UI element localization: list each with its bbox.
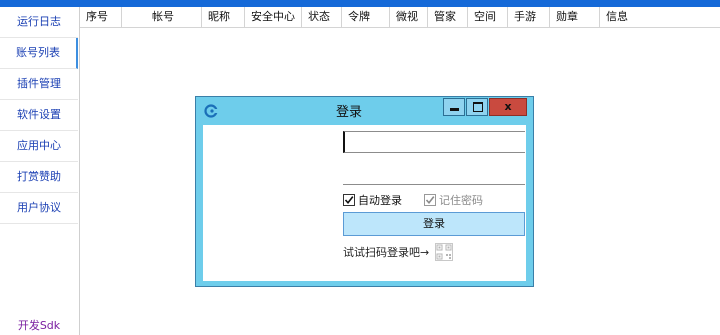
auto-login-label: 自动登录: [358, 194, 402, 207]
password-input[interactable]: [343, 163, 525, 185]
sidebar-item-app-center[interactable]: 应用中心: [0, 131, 78, 162]
column-header-index[interactable]: 序号: [80, 7, 122, 27]
sidebar: 运行日志 账号列表 插件管理 软件设置 应用中心 打赏赞助 用户协议 开发Sdk: [0, 7, 80, 335]
top-accent-bar: [0, 0, 720, 7]
column-header-account[interactable]: 帐号: [122, 7, 202, 27]
qr-login-link[interactable]: 试试扫码登录吧→: [343, 242, 454, 262]
login-button[interactable]: 登录: [343, 212, 525, 236]
column-header-medals[interactable]: 勋章: [550, 7, 600, 27]
auto-login-checkbox[interactable]: 自动登录: [343, 193, 402, 207]
sidebar-item-donate[interactable]: 打赏赞助: [0, 162, 78, 193]
maximize-icon: [473, 102, 483, 112]
sidebar-item-account-list[interactable]: 账号列表: [0, 38, 78, 69]
column-header-info[interactable]: 信息: [600, 7, 720, 27]
column-header-qzone[interactable]: 空间: [468, 7, 508, 27]
column-header-guanjia[interactable]: 管家: [428, 7, 468, 27]
maximize-button[interactable]: [466, 98, 488, 116]
app-logo-icon: [204, 104, 218, 118]
column-header-security-center[interactable]: 安全中心: [245, 7, 302, 27]
column-header-nickname[interactable]: 昵称: [202, 7, 245, 27]
login-dialog-body: 自动登录 记住密码 登录 试试扫码登录吧→: [203, 125, 526, 281]
login-dialog-title: 登录: [336, 105, 363, 120]
account-table-header: 序号 帐号 昵称 安全中心 状态 令牌 微视 管家 空间 手游 勋章 信息: [80, 7, 720, 28]
sidebar-item-run-log[interactable]: 运行日志: [0, 7, 78, 38]
column-header-status[interactable]: 状态: [302, 7, 342, 27]
account-input[interactable]: [343, 131, 525, 153]
column-header-token[interactable]: 令牌: [342, 7, 390, 27]
sidebar-item-user-agreement[interactable]: 用户协议: [0, 193, 78, 224]
sidebar-item-plugin-management[interactable]: 插件管理: [0, 69, 78, 100]
close-icon: x: [504, 100, 512, 113]
remember-password-label: 记住密码: [439, 194, 483, 207]
sidebar-item-software-settings[interactable]: 软件设置: [0, 100, 78, 131]
minimize-button[interactable]: [443, 98, 465, 116]
remember-password-check-icon: [424, 194, 436, 206]
login-dialog: 登录 x 自动登录 记住密码 登录 试试扫码登录吧→: [195, 96, 534, 287]
minimize-icon: [450, 108, 459, 111]
auto-login-check-icon: [343, 194, 355, 206]
qr-code-icon[interactable]: [435, 243, 454, 261]
dev-sdk-link[interactable]: 开发Sdk: [0, 317, 78, 333]
remember-password-checkbox[interactable]: 记住密码: [424, 193, 483, 207]
column-header-weishi[interactable]: 微视: [390, 7, 428, 27]
column-header-mobile-games[interactable]: 手游: [508, 7, 550, 27]
qr-login-prompt: 试试扫码登录吧→: [343, 246, 430, 259]
close-button[interactable]: x: [489, 98, 527, 116]
